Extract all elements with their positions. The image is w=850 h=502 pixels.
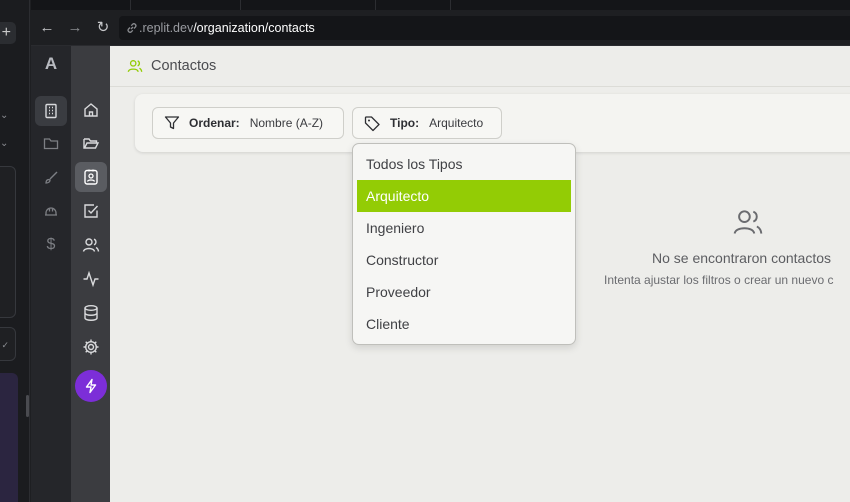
reload-icon[interactable]: ↻ [93, 18, 113, 38]
contacts-icon[interactable] [75, 162, 107, 192]
database-icon[interactable] [75, 298, 107, 328]
browser-toolbar: ← → ↻ .replit.dev/organization/contacts [31, 10, 850, 46]
type-value: Arquitecto [429, 116, 484, 130]
empty-title: No se encontraron contactos [652, 250, 831, 266]
page-header: Contactos [110, 46, 850, 87]
screen: + ⌄ ⌄ ✓ ← → ↻ .replit.dev/organization/c… [0, 0, 850, 502]
building-icon[interactable] [35, 96, 67, 126]
check-icon[interactable]: ✓ [0, 327, 16, 361]
type-option[interactable]: Cliente [357, 308, 571, 340]
workspace-rail: A $ [31, 46, 71, 502]
type-option[interactable]: Proveedor [357, 276, 571, 308]
browser-tab[interactable] [41, 0, 131, 10]
tag-icon [364, 115, 380, 131]
users-icon [127, 60, 143, 73]
plus-icon[interactable]: + [0, 22, 16, 44]
type-dropdown: Todos los Tipos Arquitecto Ingeniero Con… [352, 143, 576, 345]
browser-tab[interactable] [376, 0, 451, 10]
app-logo[interactable]: A [31, 54, 71, 74]
resize-handle[interactable] [26, 395, 29, 417]
back-icon[interactable]: ← [37, 18, 57, 38]
module-rail [71, 46, 110, 502]
hard-hat-icon[interactable] [35, 196, 67, 226]
sort-button[interactable]: Ordenar: Nombre (A-Z) [152, 107, 344, 139]
link-icon [127, 23, 137, 33]
type-option-selected[interactable]: Arquitecto [357, 180, 571, 212]
sort-value: Nombre (A-Z) [249, 116, 324, 130]
filter-icon [164, 116, 180, 130]
checkbox-icon[interactable] [75, 196, 107, 226]
browser-tab[interactable] [131, 0, 241, 10]
host-promo-card [0, 373, 18, 502]
bolt-icon[interactable] [75, 370, 107, 402]
chevron-down-icon[interactable]: ⌄ [0, 110, 8, 121]
host-panel [0, 166, 16, 318]
browser-tab[interactable] [241, 0, 376, 10]
url-path: /organization/contacts [193, 21, 315, 35]
users-icon [733, 210, 763, 234]
type-label: Tipo: [390, 116, 420, 130]
url-domain: .replit.dev [139, 21, 194, 35]
gear-icon[interactable] [75, 332, 107, 362]
users-icon[interactable] [75, 230, 107, 260]
type-option[interactable]: Todos los Tipos [357, 148, 571, 180]
type-option[interactable]: Constructor [357, 244, 571, 276]
type-filter-button[interactable]: Tipo: Arquitecto [352, 107, 502, 139]
sort-label: Ordenar: [189, 116, 240, 130]
activity-icon[interactable] [75, 264, 107, 294]
folder-icon[interactable] [35, 128, 67, 158]
page-title: Contactos [151, 58, 217, 74]
brush-icon[interactable] [35, 163, 67, 193]
url-text: .replit.dev/organization/contacts [139, 21, 315, 35]
dollar-icon[interactable]: $ [35, 230, 67, 260]
forward-icon[interactable]: → [65, 18, 85, 38]
host-sidebar: + ⌄ ⌄ ✓ [0, 0, 30, 502]
address-bar[interactable]: .replit.dev/organization/contacts [119, 16, 850, 40]
empty-subtitle: Intenta ajustar los filtros o crear un n… [604, 273, 834, 287]
chevron-down-icon[interactable]: ⌄ [0, 138, 8, 149]
type-option[interactable]: Ingeniero [357, 212, 571, 244]
browser-tab-bar [31, 0, 850, 10]
home-icon[interactable] [75, 95, 107, 125]
folder-open-icon[interactable] [75, 128, 107, 158]
